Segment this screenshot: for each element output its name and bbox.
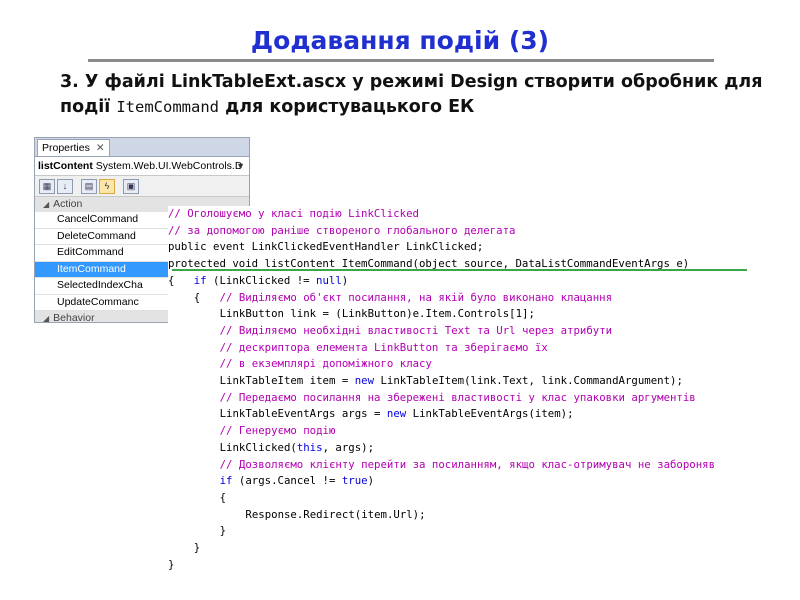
code-line: LinkTableItem item = new LinkTableItem(l… [220,373,683,388]
categorized-icon[interactable]: ▦ [39,179,55,194]
code-token: LinkButton link = (LinkButton)e.Item.Con… [219,307,535,321]
code-line: Response.Redirect(item.Url); [245,507,425,522]
code-token: } [193,541,201,554]
code-line: // Дозволяємо клієнту перейти за посилан… [220,457,715,472]
code-token: new [386,407,407,421]
slide-subtitle: 3. У файлі LinkTableExt.ascx у режимі De… [60,70,780,120]
code-line: if (args.Cancel != true) [220,473,374,488]
code-token: // Оголошуємо у класі подію LinkClicked [168,207,419,220]
code-line: // Передаємо посилання на збережені влас… [220,390,696,405]
properties-icon[interactable]: ▤ [81,179,97,194]
code-line: // за допомогою раніше створеного глобал… [168,223,515,238]
code-token: { [168,273,194,287]
code-token: true [341,474,368,488]
object-type: System.Web.UI.WebControls.D [95,160,243,172]
code-line: // Виділяємо необхідні властивості Text … [220,323,613,338]
code-token: this [296,440,323,454]
code-token: // Генеруємо подію [219,424,336,438]
properties-tab-label: Properties [42,142,90,154]
subtitle-suffix: для користувацького ЕК [219,97,475,117]
method-underline [172,269,747,271]
code-line: LinkButton link = (LinkButton)e.Item.Con… [220,306,535,321]
collapse-triangle-icon[interactable]: ◢ [43,200,49,209]
code-token: // Виділяємо необхідні властивості Text … [219,323,613,337]
collapse-triangle-icon[interactable]: ◢ [43,314,49,322]
code-token: LinkTableEventArgs args = [219,407,387,421]
code-token: // за допомогою раніше створеного глобал… [168,223,516,237]
code-token: } [219,524,227,538]
code-token: if [219,474,233,488]
title-divider [88,59,714,62]
code-line: public event LinkClickedEventHandler Lin… [168,239,483,254]
code-line: // дескриптора елемента LinkButton та зб… [220,340,548,355]
alphabetical-icon[interactable]: ↓ [57,179,73,194]
code-token: (args.Cancel != [232,474,342,488]
events-lightning-icon[interactable]: ϟ [99,179,115,194]
code-token: // Передаємо посилання на збережені влас… [219,390,696,404]
code-line: // Генеруємо подію [220,423,336,438]
code-token: LinkClicked( [219,440,297,454]
subtitle-code: ItemCommand [116,98,219,116]
code-line: // в екземплярі допоміжного класу [220,356,432,371]
code-line: LinkTableEventArgs args = new LinkTableE… [220,406,574,421]
property-pages-icon[interactable]: ▣ [123,179,139,194]
code-token: // в екземплярі допоміжного класу [219,357,432,371]
code-token: ) [367,474,375,488]
code-token: , args); [322,440,375,454]
code-line: // Оголошуємо у класі подію LinkClicked [168,206,419,221]
code-token: { [219,490,227,504]
code-token: } [168,557,175,571]
object-name: listContent [38,160,93,172]
code-token: public event LinkClickedEventHandler Lin… [168,240,484,254]
code-token: Response.Redirect(item.Url); [245,507,426,521]
code-token: LinkTableEventArgs(item); [406,407,574,421]
category-action-label: Action [53,198,83,210]
code-line: } [194,540,200,555]
code-line: { // Виділяємо об'єкт посилання, на якій… [194,290,612,305]
object-selector[interactable]: listContent System.Web.UI.WebControls.D … [35,157,249,176]
code-token: // Дозволяємо клієнту перейти за посилан… [219,457,716,471]
code-token: LinkTableItem(link.Text, link.CommandArg… [374,374,683,387]
code-token: if [193,273,207,287]
code-token: // Виділяємо об'єкт посилання, на якій б… [219,290,613,304]
close-icon[interactable]: ✕ [96,142,105,154]
code-token: // дескриптора елемента LinkButton та зб… [219,340,548,354]
code-token: null [316,273,342,287]
code-line: LinkClicked(this, args); [220,440,374,455]
code-token: new [354,374,375,387]
code-token: LinkTableItem item = [219,374,355,387]
code-token: { [193,290,220,304]
properties-tabbar: Properties ✕ [35,138,249,157]
code-line: } [220,523,226,538]
code-token: ) [341,273,349,287]
properties-toolbar: ▦ ↓ ▤ ϟ ▣ [35,176,249,197]
code-block: // Оголошуємо у класі подію LinkClicked /… [168,206,796,576]
category-behavior-label: Behavior [53,312,95,323]
chevron-down-icon[interactable]: ▼ [236,157,245,175]
code-line: } [168,557,174,572]
code-line: { if (LinkClicked != null) [168,273,348,288]
properties-tab[interactable]: Properties ✕ [37,139,110,156]
code-token: (LinkClicked != [206,273,317,287]
code-line: { [220,490,226,505]
slide-title: Додавання подій (3) [250,26,550,55]
